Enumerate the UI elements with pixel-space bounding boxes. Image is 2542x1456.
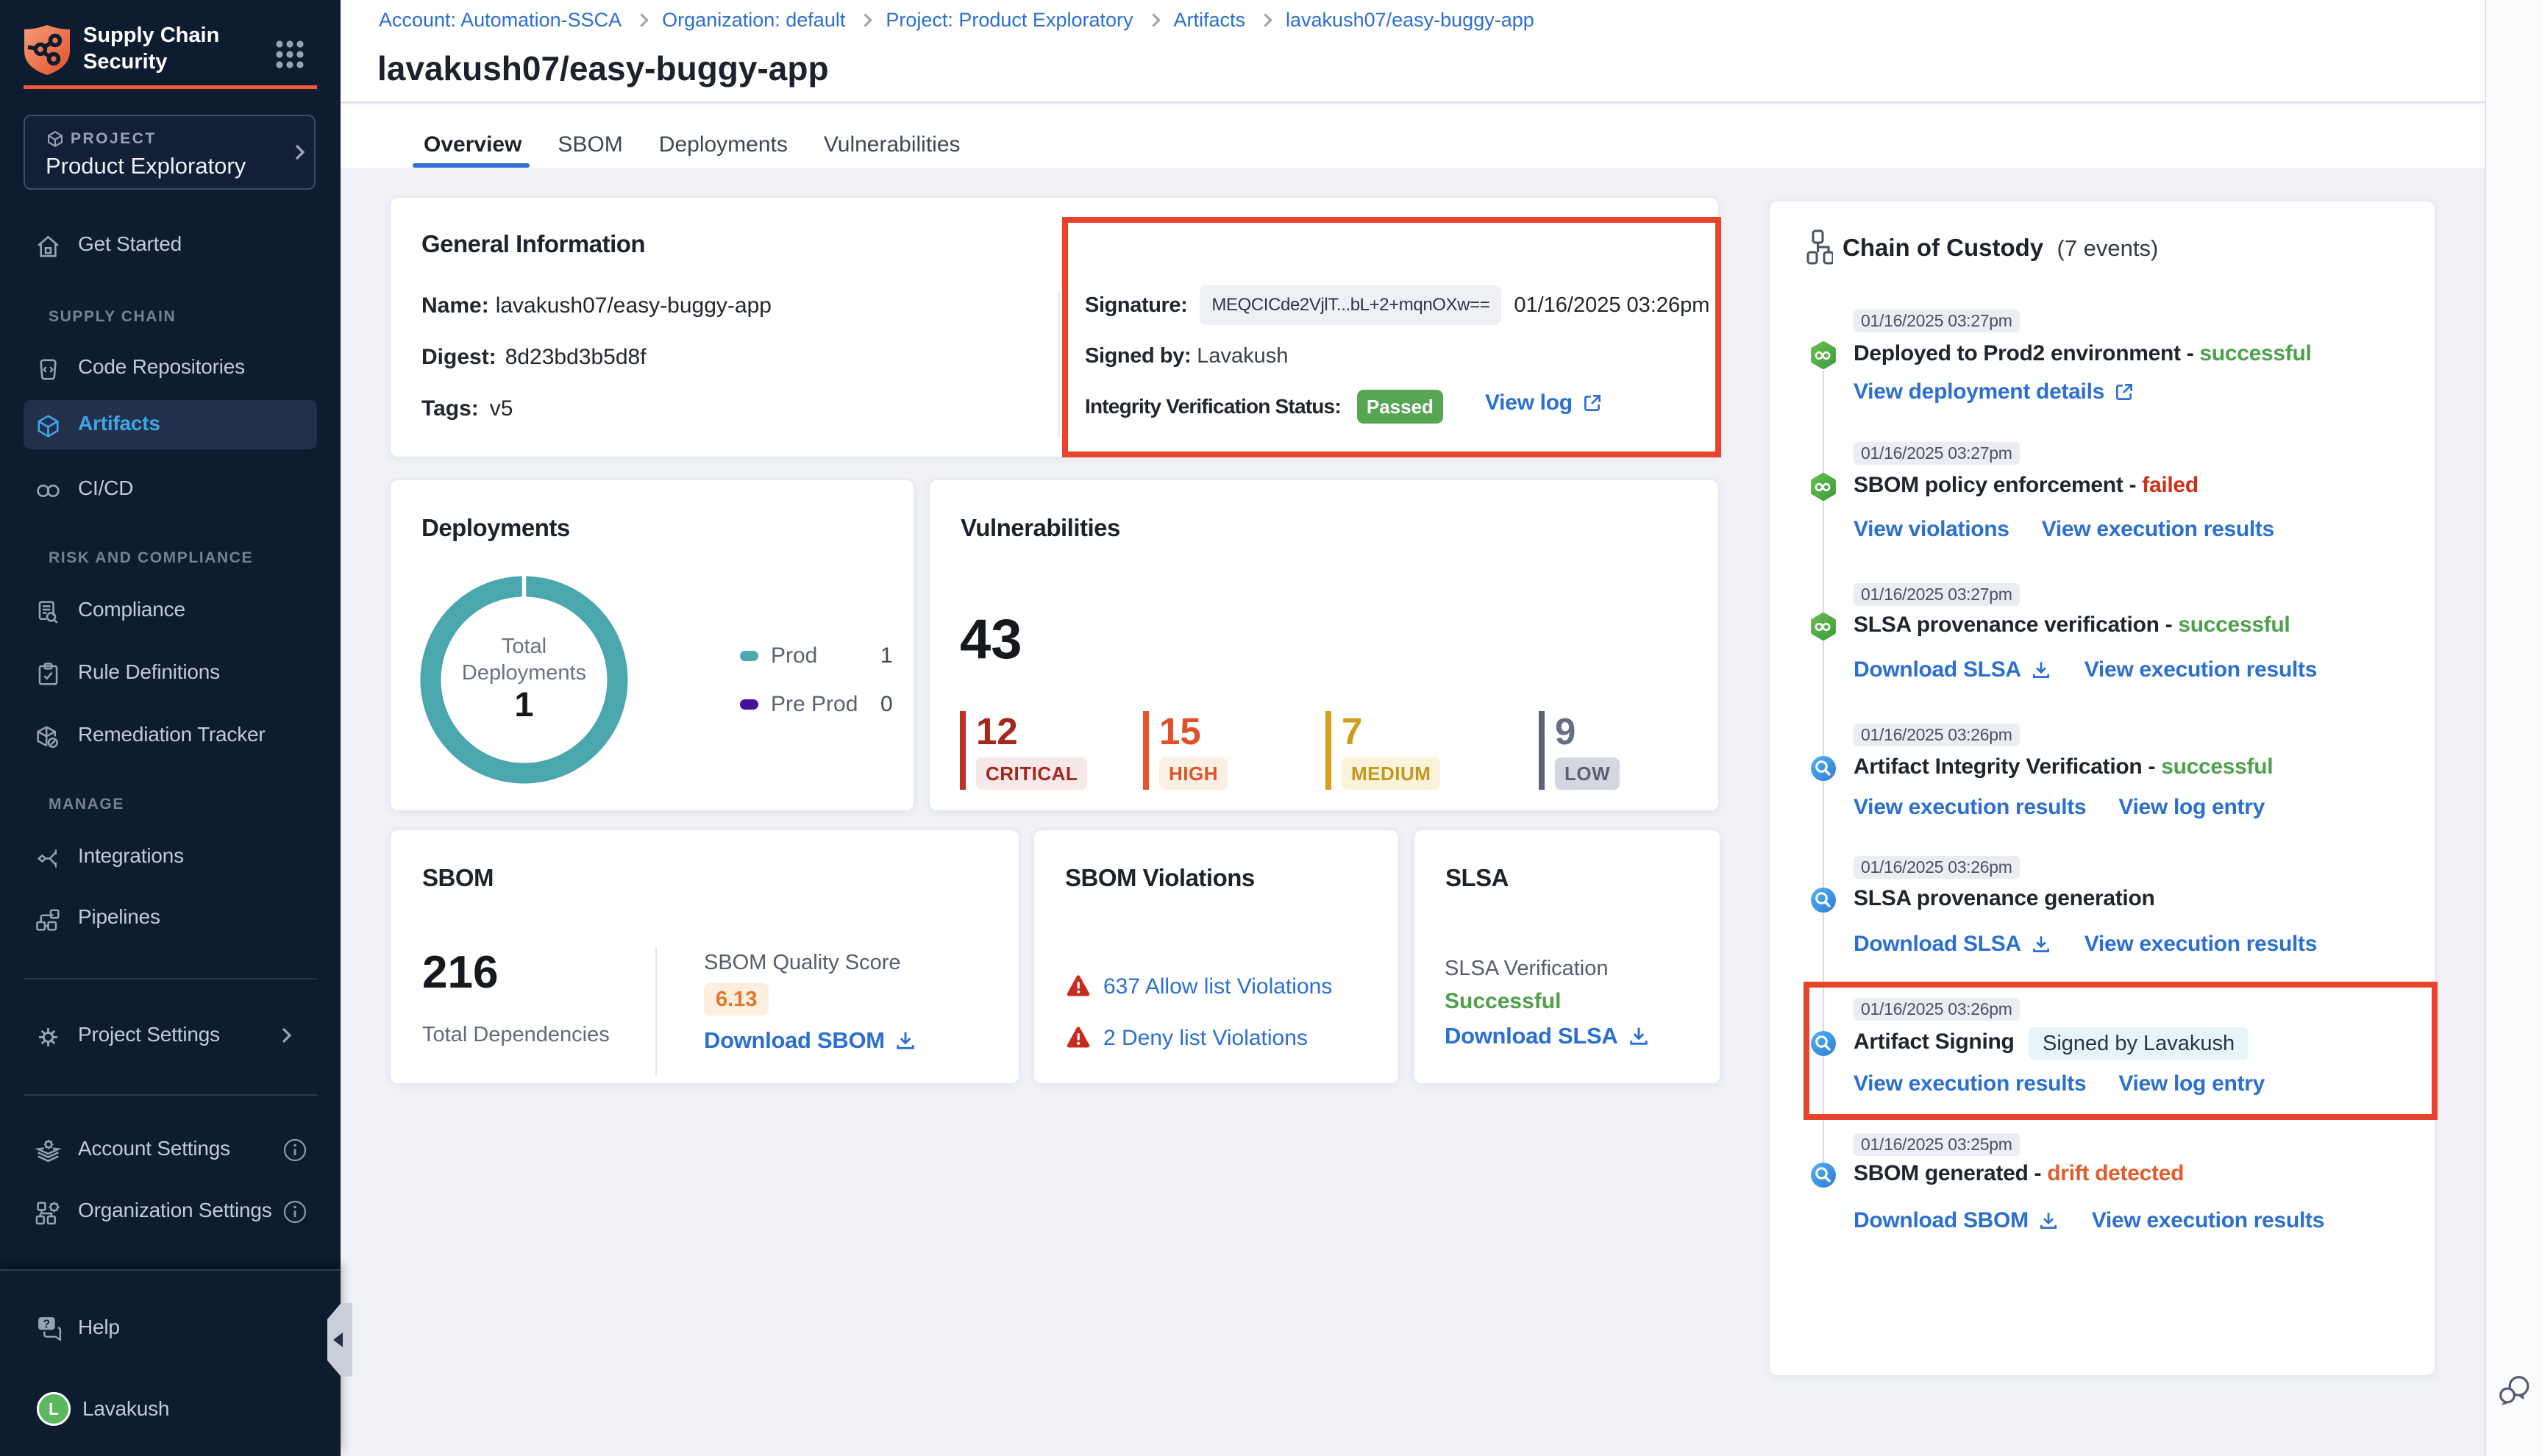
svg-text:?: ? — [43, 1318, 50, 1330]
